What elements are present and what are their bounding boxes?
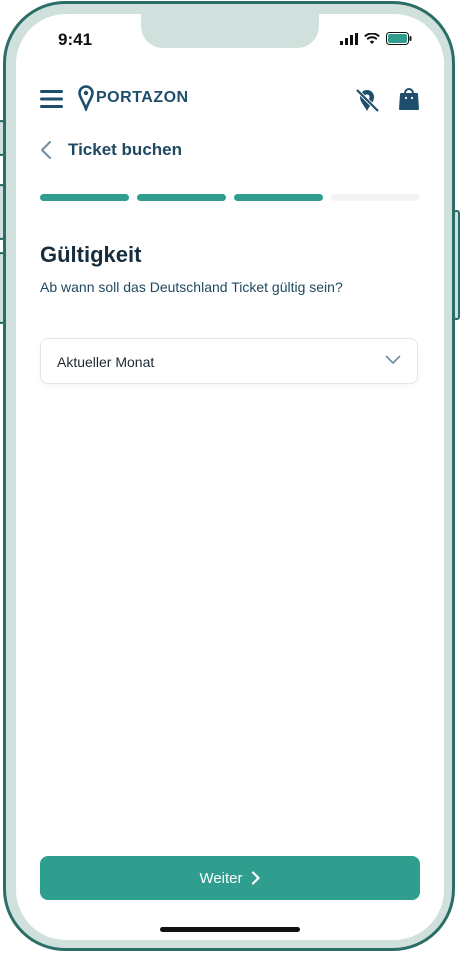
chevron-down-icon	[385, 355, 401, 364]
progress-step-3	[234, 194, 323, 201]
app-header: PORTAZON	[40, 85, 420, 113]
signal-icon	[340, 32, 358, 45]
validity-select[interactable]: Aktueller Monat	[40, 338, 418, 384]
power-button	[453, 210, 460, 320]
screen: 9:41 PORTAZON Ticket buchen Gültigkeit A…	[16, 14, 444, 940]
section-heading: Gültigkeit	[40, 242, 142, 267]
location-off-icon[interactable]	[354, 87, 380, 113]
status-icons	[340, 32, 412, 45]
page-nav: Ticket buchen	[40, 138, 182, 162]
hamburger-menu-icon[interactable]	[40, 88, 64, 110]
progress-step-2	[137, 194, 226, 201]
volume-down-button	[0, 252, 5, 324]
wifi-icon	[364, 32, 380, 44]
page-title: Ticket buchen	[68, 140, 182, 159]
battery-icon	[386, 32, 412, 45]
home-indicator	[160, 927, 300, 932]
back-chevron-icon[interactable]	[40, 140, 52, 160]
map-pin-icon	[78, 85, 94, 111]
select-value: Aktueller Monat	[57, 354, 155, 370]
section-subtitle: Ab wann soll das Deutschland Ticket gült…	[40, 279, 343, 295]
shopping-bag-icon[interactable]	[398, 87, 420, 111]
next-button[interactable]: Weiter	[40, 856, 420, 900]
brand-logo[interactable]: PORTAZON	[78, 85, 189, 111]
chevron-right-icon	[251, 871, 260, 885]
notch	[141, 14, 319, 48]
progress-step-4	[331, 194, 420, 201]
status-time: 9:41	[58, 30, 93, 49]
step-progress	[40, 194, 420, 202]
next-button-label: Weiter	[199, 869, 243, 887]
mute-switch	[0, 120, 5, 156]
progress-step-1	[40, 194, 129, 201]
brand-name: PORTAZON	[96, 89, 189, 106]
volume-up-button	[0, 184, 5, 240]
